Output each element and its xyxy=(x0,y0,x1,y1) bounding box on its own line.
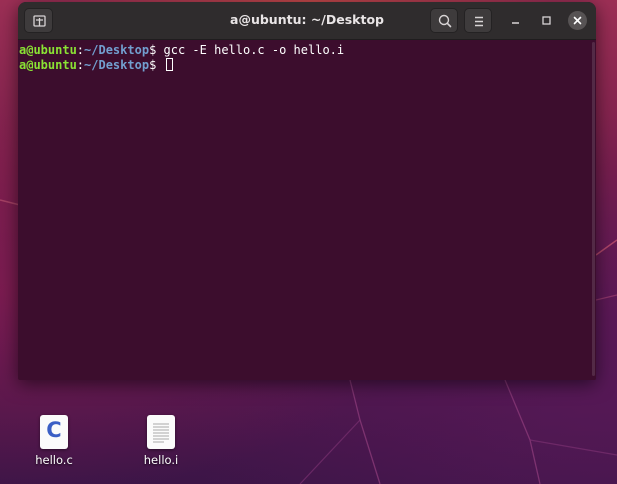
titlebar[interactable]: a@ubuntu: ~/Desktop xyxy=(18,2,596,40)
maximize-button[interactable] xyxy=(537,11,556,30)
maximize-icon xyxy=(542,16,551,25)
prompt-separator: : xyxy=(76,57,85,72)
prompt-symbol: $ xyxy=(149,43,164,57)
minimize-button[interactable] xyxy=(506,11,525,30)
desktop-file-hello-i[interactable]: hello.i xyxy=(126,415,196,467)
text-document-icon xyxy=(147,415,175,449)
prompt-symbol: $ xyxy=(149,57,164,72)
prompt-user: a@ubuntu xyxy=(19,43,77,57)
prompt-path: ~/Desktop xyxy=(84,57,150,72)
new-tab-icon xyxy=(33,15,46,27)
file-label: hello.i xyxy=(143,453,179,467)
menu-button[interactable] xyxy=(464,8,492,33)
c-source-glyph: C xyxy=(46,418,62,442)
terminal-line: a@ubuntu:~/Desktop$ gcc -E hello.c -o he… xyxy=(19,43,590,58)
text-cursor xyxy=(165,57,173,71)
minimize-icon xyxy=(512,22,519,24)
desktop-file-hello-c[interactable]: C hello.c xyxy=(19,415,89,467)
hamburger-menu-icon xyxy=(475,16,483,27)
close-button[interactable] xyxy=(568,11,587,30)
c-source-icon: C xyxy=(40,415,68,449)
file-label: hello.c xyxy=(35,453,73,467)
terminal-window[interactable]: a@ubuntu: ~/Desktop a@ubuntu:~/Desktop$ … xyxy=(18,2,596,380)
command-text: gcc -E hello.c -o hello.i xyxy=(163,43,345,57)
close-icon xyxy=(573,16,582,25)
search-icon xyxy=(438,14,452,28)
prompt-separator: : xyxy=(76,43,85,57)
prompt-path: ~/Desktop xyxy=(84,43,150,57)
terminal-output[interactable]: a@ubuntu:~/Desktop$ gcc -E hello.c -o he… xyxy=(18,40,590,380)
terminal-line: a@ubuntu:~/Desktop$ xyxy=(19,57,590,73)
scrollbar-thumb[interactable] xyxy=(592,42,595,376)
prompt-user: a@ubuntu xyxy=(19,57,77,72)
window-title: a@ubuntu: ~/Desktop xyxy=(230,12,384,27)
text-lines-glyph xyxy=(153,423,169,443)
search-button[interactable] xyxy=(430,8,458,33)
new-tab-button[interactable] xyxy=(24,8,53,33)
